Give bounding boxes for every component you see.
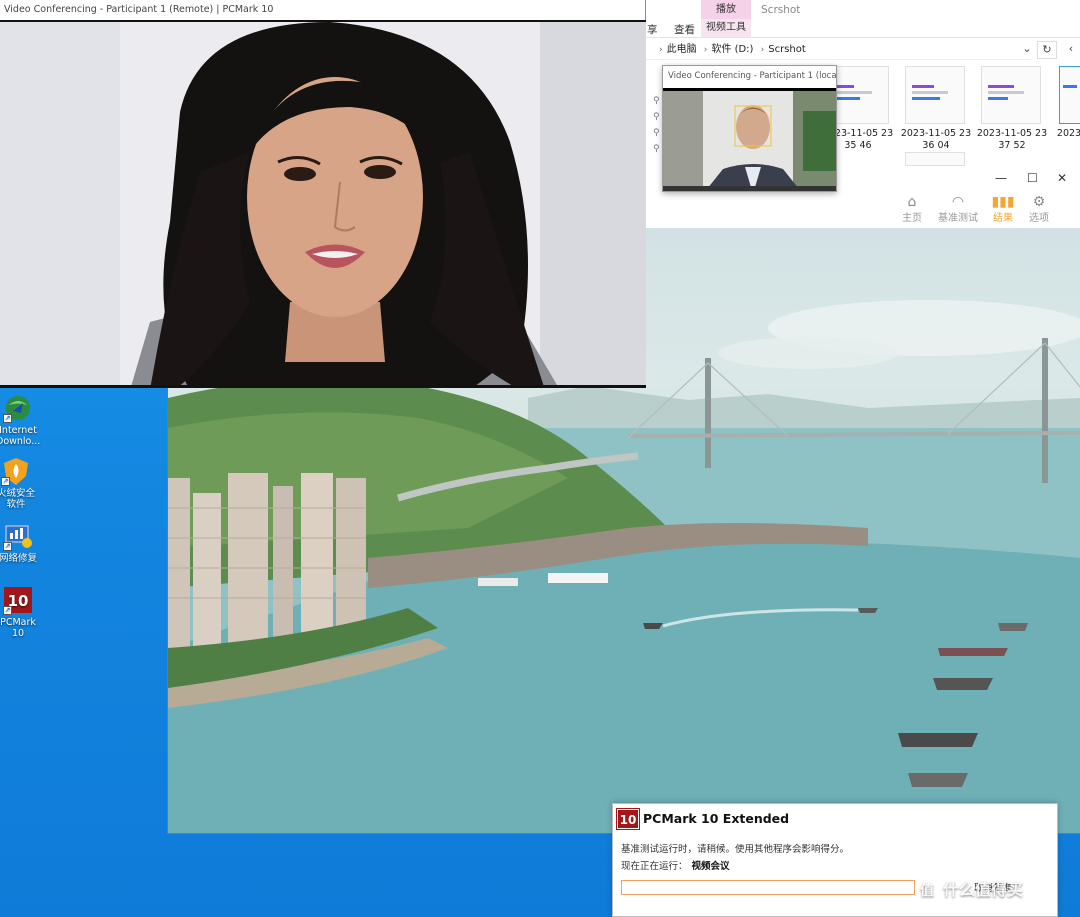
back-button[interactable]: ‹: [1061, 41, 1080, 59]
file-thumbnail[interactable]: [1059, 66, 1080, 124]
dialog-title: PCMark 10 Extended: [643, 811, 790, 826]
refresh-button[interactable]: ↻: [1037, 41, 1057, 59]
desktop-icon-idm[interactable]: ↗ Internet Downlo...: [0, 393, 40, 447]
nav-label: 选项: [1029, 213, 1049, 224]
nav-label: 主页: [902, 213, 922, 224]
breadcrumb-scrshot[interactable]: Scrshot: [768, 44, 806, 55]
explorer-ribbon: 享 查看 播放 视频工具 Scrshot: [641, 0, 1080, 38]
video-conference-local-window: Video Conferencing - Participant 1 (loca…: [662, 65, 837, 192]
chevron-right-icon: ›: [703, 45, 708, 55]
nav-options[interactable]: ⚙ 选项: [1019, 195, 1059, 224]
home-icon: ⌂: [907, 194, 917, 210]
running-status: 现在正在运行： 视频会议: [621, 858, 730, 872]
local-video-feed: [663, 88, 836, 191]
ribbon-tab-view[interactable]: 查看: [674, 22, 695, 37]
file-thumbnail-label: 2023-11-05 23 37 52: [976, 128, 1048, 151]
desktop-icon-huorong[interactable]: ↗ 火绒安全软件: [0, 456, 38, 510]
idm-globe-icon: ↗: [3, 393, 33, 423]
desktop-icon-label: Internet Downlo...: [0, 425, 41, 447]
remote-video-feed: [0, 20, 646, 388]
file-thumbnail-label: 2023-11-05 23 36 04: [900, 128, 972, 151]
window-title: Video Conferencing - Participant 1 (loca…: [668, 71, 836, 81]
watermark: 值什么值得买: [915, 876, 1023, 903]
chevron-right-icon: ›: [659, 45, 663, 55]
pcmark-logo: 10: [616, 808, 640, 830]
ribbon-tab-video-tools[interactable]: 视频工具: [701, 19, 751, 37]
nav-benchmarks[interactable]: ◠ 基准测试: [934, 195, 982, 224]
chevron-right-icon: ›: [760, 45, 765, 55]
watermark-text: 什么值得买: [943, 880, 1024, 899]
desktop-icon-label: 火绒安全软件: [0, 488, 35, 510]
running-value: 视频会议: [691, 861, 730, 872]
maximize-button[interactable]: ☐: [1027, 171, 1038, 185]
pcmark-icon: 10 ↗: [3, 585, 33, 615]
address-dropdown-button[interactable]: ⌄: [1017, 41, 1037, 59]
file-thumbnail-label: 2023: [1056, 128, 1080, 139]
ribbon-tab-play[interactable]: 播放: [701, 0, 751, 19]
address-bar[interactable]: › 此电脑 › 软件 (D:) › Scrshot: [641, 40, 1031, 60]
file-thumbnail[interactable]: [981, 66, 1041, 124]
gear-icon: ⚙: [1032, 194, 1046, 210]
network-repair-icon: ↗: [3, 521, 33, 551]
window-title: Video Conferencing - Participant 1 (Remo…: [0, 0, 645, 20]
nav-label: 基准测试: [938, 213, 978, 224]
desktop-icon-label: 网络修复: [0, 553, 37, 564]
desktop-icon-pcmark[interactable]: 10 ↗ PCMark 10: [0, 585, 40, 639]
file-thumbnail[interactable]: [829, 66, 889, 124]
desktop-icon-network-repair[interactable]: ↗ 网络修复: [0, 521, 40, 564]
nav-label: 结果: [993, 213, 1013, 224]
progress-bar: [621, 880, 915, 895]
pin-icon: ⚲: [653, 112, 660, 122]
desktop-icon-label: PCMark 10: [0, 617, 36, 639]
file-thumbnail[interactable]: [905, 66, 965, 124]
pin-icon: ⚲: [653, 144, 660, 154]
explorer-folder-title: Scrshot: [761, 4, 801, 16]
pin-icon: ⚲: [653, 96, 660, 106]
bar-chart-icon: ▮▮▮: [991, 194, 1015, 210]
close-button[interactable]: ✕: [1057, 171, 1067, 185]
running-label: 现在正在运行：: [621, 861, 688, 872]
breadcrumb-drive-d[interactable]: 软件 (D:): [711, 44, 753, 55]
breadcrumb-this-pc[interactable]: 此电脑: [667, 44, 697, 55]
nav-home[interactable]: ⌂ 主页: [892, 195, 932, 224]
dialog-message: 基准测试运行时，请稍候。使用其他程序会影响得分。: [621, 844, 850, 855]
pin-icon: ⚲: [653, 128, 660, 138]
minimize-button[interactable]: —: [995, 171, 1007, 185]
huorong-shield-icon: ↗: [1, 456, 31, 486]
file-thumbnail[interactable]: [905, 152, 965, 166]
smzdm-logo-icon: 值: [915, 878, 939, 903]
video-conference-remote-window: Video Conferencing - Participant 1 (Remo…: [0, 0, 646, 388]
gauge-icon: ◠: [951, 194, 965, 210]
ribbon-tab-share[interactable]: 享: [647, 22, 658, 37]
nav-results[interactable]: ▮▮▮ 结果: [983, 195, 1023, 224]
